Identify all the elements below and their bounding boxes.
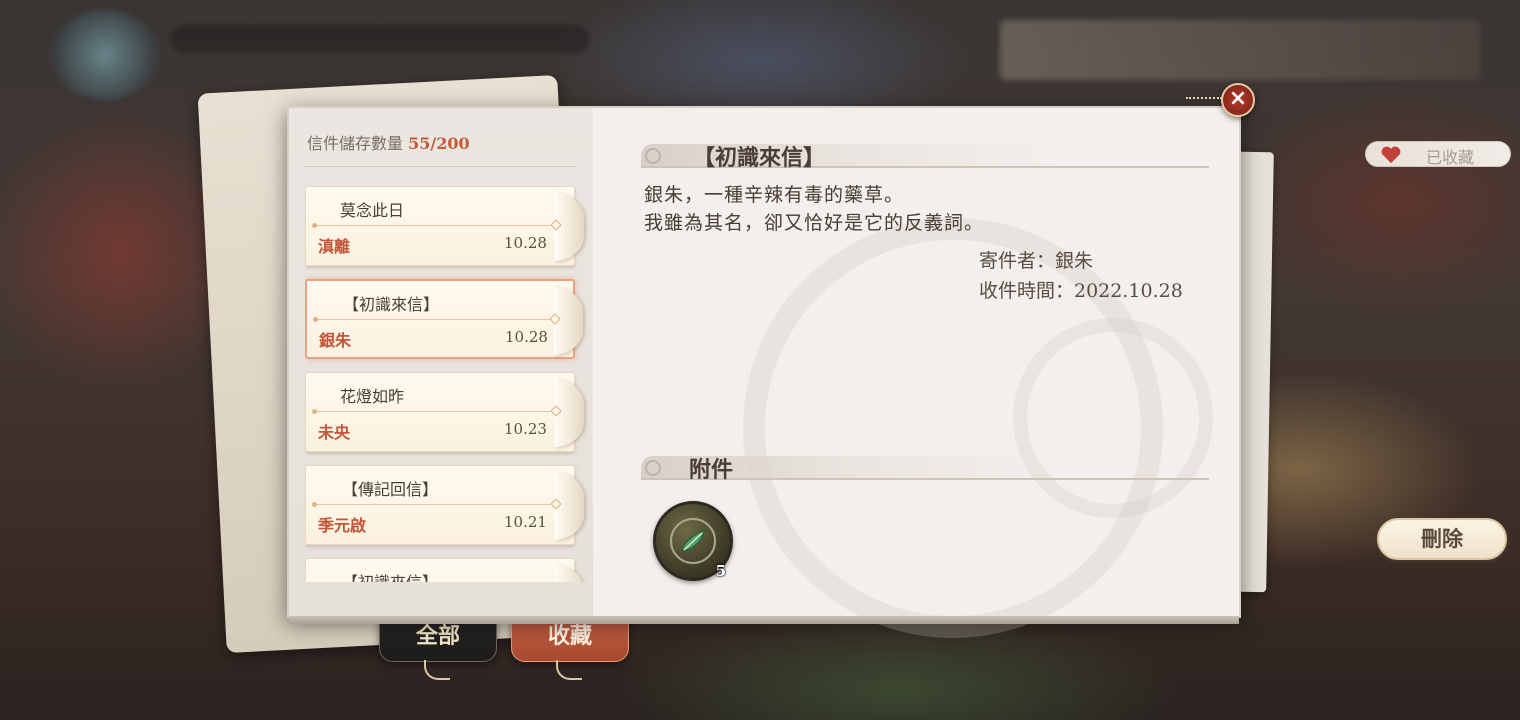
mail-item-title: 【傳記回信】 <box>342 480 439 499</box>
mail-item-sender: 銀朱 <box>319 331 352 350</box>
mail-body-line: 我雖為其名，卻又恰好是它的反義詞。 <box>644 212 985 234</box>
storage-label: 信件儲存數量 <box>307 134 404 153</box>
herb-leaf-icon <box>681 528 707 552</box>
shelf-decor-blur <box>1000 20 1480 80</box>
close-button[interactable]: × <box>1221 83 1255 117</box>
mail-item-sender: 未央 <box>318 423 351 442</box>
mail-item-date: 10.21 <box>504 513 547 531</box>
herb-item-icon <box>670 518 716 564</box>
mail-item-date: 10.28 <box>504 234 547 252</box>
storage-count: 信件儲存數量 55/200 <box>307 130 470 154</box>
storage-count-value: 55/200 <box>408 134 470 153</box>
mail-list-item-selected[interactable]: 【初識來信】 銀朱 10.28 <box>305 279 583 359</box>
dotted-decor <box>1186 97 1222 99</box>
mail-item-date: 10.28 <box>505 328 548 346</box>
attachment-quantity: 5 <box>715 562 726 580</box>
mail-item-divider <box>312 223 550 228</box>
mail-list-item[interactable]: 莫念此日 滇離 10.28 <box>305 186 584 266</box>
divider <box>303 166 577 167</box>
scroll-curl-decor <box>554 565 584 582</box>
mail-item-date: 10.23 <box>504 420 547 438</box>
mail-received-time: 收件時間：2022.10.28 <box>979 280 1183 302</box>
mail-detail: 【初識來信】 已收藏 銀朱，一種辛辣有毒的藥草。 我雖為其名，卻又恰好是它的反義… <box>593 108 1511 638</box>
mail-item-sender: 滇離 <box>318 237 351 256</box>
mail-item-title: 莫念此日 <box>340 201 405 220</box>
mail-item-divider <box>312 502 550 507</box>
mail-item-title: 【初識來信】 <box>343 295 440 314</box>
mail-item-title: 【初識來信】 <box>342 569 438 582</box>
delete-button[interactable]: 刪除 <box>1377 518 1507 560</box>
ring-decor-icon <box>645 460 661 476</box>
background-swirl-decor <box>1013 318 1213 518</box>
favorite-toggle-button[interactable]: 已收藏 <box>1365 141 1511 167</box>
favorite-label: 已收藏 <box>1426 148 1475 167</box>
attachment-item[interactable]: 5 <box>653 501 733 581</box>
game-logo-blur <box>50 10 160 100</box>
mail-body-line: 銀朱，一種辛辣有毒的藥草。 <box>644 184 905 206</box>
attachment-title: 附件 <box>689 457 734 483</box>
mail-item-title: 花燈如昨 <box>340 387 405 406</box>
mail-item-sender: 季元啟 <box>318 516 367 535</box>
close-icon: × <box>1228 86 1248 111</box>
mail-list-item[interactable]: 花燈如昨 未央 10.23 <box>305 372 584 452</box>
heart-icon <box>1381 146 1401 164</box>
ring-decor-icon <box>645 148 661 164</box>
mail-sender: 寄件者：銀朱 <box>979 250 1094 272</box>
mail-list-item[interactable]: 【初識來信】 <box>305 558 584 582</box>
mail-list[interactable]: 莫念此日 滇離 10.28 【初識來信】 銀朱 10.28 花燈如昨 未央 10… <box>305 186 593 582</box>
mail-list-column: 信件儲存數量 55/200 莫念此日 滇離 10.28 【初識來信】 銀朱 10… <box>289 108 593 616</box>
mail-title: 【初識來信】 <box>693 145 826 171</box>
mail-list-item[interactable]: 【傳記回信】 季元啟 10.21 <box>305 465 584 545</box>
mail-item-divider <box>312 409 550 414</box>
mail-item-divider <box>313 317 551 322</box>
mail-panel: 信件儲存數量 55/200 莫念此日 滇離 10.28 【初識來信】 銀朱 10… <box>287 106 1511 638</box>
top-status-bar-blur <box>170 25 590 53</box>
